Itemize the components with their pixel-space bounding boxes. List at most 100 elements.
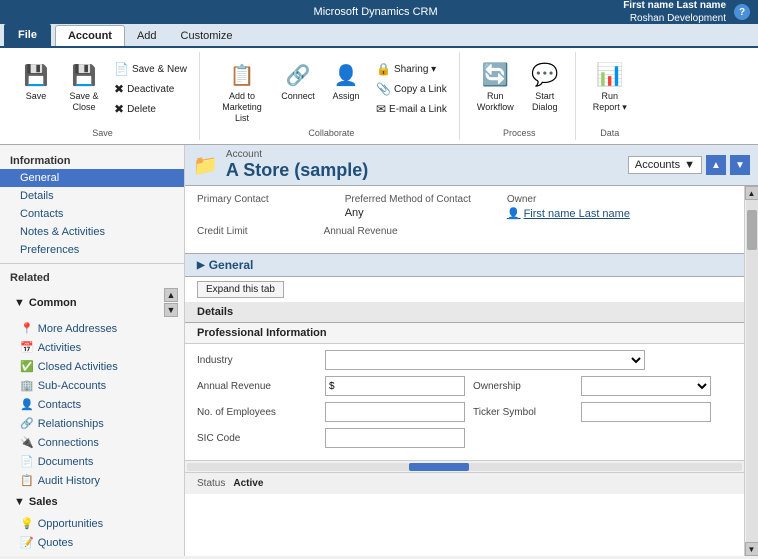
assign-button[interactable]: 👤 Assign xyxy=(324,56,368,105)
tab-add[interactable]: Add xyxy=(125,26,169,46)
primary-contact-label: Primary Contact xyxy=(197,194,269,205)
sidebar-item-audit-history[interactable]: 📋 Audit History xyxy=(0,471,184,490)
sidebar-item-connections[interactable]: 🔌 Connections xyxy=(0,433,184,452)
sidebar-item-general[interactable]: General xyxy=(0,169,184,187)
nav-down-button[interactable]: ▼ xyxy=(730,155,750,175)
run-report-button[interactable]: 📊 RunReport ▾ xyxy=(588,56,632,116)
quotes-icon: 📝 xyxy=(20,536,34,549)
start-dialog-button[interactable]: 💬 StartDialog xyxy=(523,56,567,116)
industry-select[interactable] xyxy=(325,350,645,370)
save-button[interactable]: 💾 Save xyxy=(14,56,58,105)
common-section-header[interactable]: ▼ Common xyxy=(6,293,85,313)
sidebar-item-sub-accounts[interactable]: 🏢 Sub-Accounts xyxy=(0,376,184,395)
ownership-select[interactable] xyxy=(581,376,711,396)
sidebar-item-closed-activities[interactable]: ✅ Closed Activities xyxy=(0,357,184,376)
collaborate-group-label: Collaborate xyxy=(308,126,354,138)
ownership-label: Ownership xyxy=(473,381,573,392)
accounts-dropdown-label: Accounts xyxy=(635,159,680,171)
sidebar-item-contacts[interactable]: Contacts xyxy=(0,205,184,223)
sidebar-item-contacts[interactable]: 👤 Contacts xyxy=(0,395,184,414)
deactivate-icon: ✖ xyxy=(114,82,124,96)
save-new-label: Save & New xyxy=(132,64,187,75)
data-buttons: 📊 RunReport ▾ xyxy=(588,54,632,126)
sales-section-header[interactable]: ▼ Sales xyxy=(6,492,66,512)
deactivate-button[interactable]: ✖ Deactivate xyxy=(110,80,191,98)
primary-info: Primary Contact Preferred Method of Cont… xyxy=(185,186,744,253)
sub-accounts-icon: 🏢 xyxy=(20,379,34,392)
pro-info-title: Professional Information xyxy=(185,323,744,344)
primary-row: Primary Contact Preferred Method of Cont… xyxy=(197,194,732,220)
delete-label: Delete xyxy=(127,104,156,115)
save-new-button[interactable]: 📄 Save & New xyxy=(110,60,191,78)
owner-label: Owner xyxy=(507,194,630,205)
sales-label: Sales xyxy=(29,496,58,508)
save-buttons: 💾 Save 💾 Save &Close 📄 Save & New ✖ Deac… xyxy=(14,54,191,126)
h-scrollbar[interactable] xyxy=(185,460,744,472)
annual-revenue-header-label: Annual Revenue xyxy=(324,226,398,237)
accounts-dropdown[interactable]: Accounts ▼ xyxy=(628,156,702,174)
opportunities-icon: 💡 xyxy=(20,517,34,530)
sidebar-item-quotes[interactable]: 📝 Quotes xyxy=(0,533,184,552)
deactivate-label: Deactivate xyxy=(127,84,174,95)
scroll-up-button[interactable]: ▲ xyxy=(745,186,758,200)
annual-revenue-header-field: Annual Revenue xyxy=(324,226,398,239)
common-scroll-up[interactable]: ▲ xyxy=(164,288,178,302)
tab-file[interactable]: File xyxy=(4,24,51,46)
copy-link-button[interactable]: 📎 Copy a Link xyxy=(372,80,451,98)
sidebar-item-activities[interactable]: 📅 Activities xyxy=(0,338,184,357)
industry-label: Industry xyxy=(197,355,317,366)
related-section-header: Related xyxy=(0,268,184,286)
accounts-dropdown-arrow: ▼ xyxy=(684,159,695,171)
secondary-row: Credit Limit Annual Revenue xyxy=(197,226,732,239)
sidebar-item-preferences[interactable]: Preferences xyxy=(0,241,184,259)
general-section-header[interactable]: ▶ General xyxy=(185,253,744,277)
tab-customize[interactable]: Customize xyxy=(169,26,245,46)
owner-link[interactable]: 👤 First name Last name xyxy=(507,207,630,220)
run-workflow-button[interactable]: 🔄 RunWorkflow xyxy=(472,56,519,116)
content-main: Primary Contact Preferred Method of Cont… xyxy=(185,186,744,556)
credit-limit-label: Credit Limit xyxy=(197,226,248,237)
save-close-button[interactable]: 💾 Save &Close xyxy=(62,56,106,116)
marketing-label: Add to MarketingList xyxy=(217,91,267,123)
sidebar-item-notes[interactable]: Notes & Activities xyxy=(0,223,184,241)
expand-tab-button[interactable]: Expand this tab xyxy=(197,281,284,298)
sidebar-item-relationships[interactable]: 🔗 Relationships xyxy=(0,414,184,433)
email-link-icon: ✉ xyxy=(376,102,386,116)
sidebar-item-opportunities[interactable]: 💡 Opportunities xyxy=(0,514,184,533)
common-scroll-down[interactable]: ▼ xyxy=(164,303,178,317)
save-close-icon: 💾 xyxy=(68,59,100,91)
sharing-button[interactable]: 🔒 Sharing ▾ xyxy=(372,60,451,78)
process-buttons: 🔄 RunWorkflow 💬 StartDialog xyxy=(472,54,567,126)
annual-revenue-input[interactable] xyxy=(325,376,465,396)
marketing-icon: 📋 xyxy=(226,59,258,91)
nav-up-button[interactable]: ▲ xyxy=(706,155,726,175)
ribbon-group-collaborate: 📋 Add to MarketingList 🔗 Connect 👤 Assig… xyxy=(204,52,460,140)
marketing-list-button[interactable]: 📋 Add to MarketingList xyxy=(212,56,272,126)
contacts-icon: 👤 xyxy=(20,398,34,411)
owner-field: Owner 👤 First name Last name xyxy=(507,194,630,220)
tab-account[interactable]: Account xyxy=(55,25,125,46)
save-close-label: Save &Close xyxy=(69,91,98,113)
user-name: First name Last name xyxy=(623,0,726,12)
connect-button[interactable]: 🔗 Connect xyxy=(276,56,320,105)
right-scrollbar[interactable]: ▲ ▼ xyxy=(744,186,758,556)
sidebar-item-documents[interactable]: 📄 Documents xyxy=(0,452,184,471)
email-link-button[interactable]: ✉ E-mail a Link xyxy=(372,100,451,118)
owner-person-icon: 👤 xyxy=(507,207,521,220)
delete-button[interactable]: ✖ Delete xyxy=(110,100,191,118)
content-inner: Primary Contact Preferred Method of Cont… xyxy=(185,186,758,556)
scroll-down-button[interactable]: ▼ xyxy=(745,542,758,556)
industry-row: Industry xyxy=(197,350,732,370)
sidebar-item-details[interactable]: Details xyxy=(0,187,184,205)
sidebar-item-more-addresses[interactable]: 📍 More Addresses xyxy=(0,319,184,338)
process-group-label: Process xyxy=(503,126,536,138)
employees-input[interactable] xyxy=(325,402,465,422)
credit-limit-field: Credit Limit xyxy=(197,226,248,239)
sidebar: Information General Details Contacts Not… xyxy=(0,145,185,556)
ticker-input[interactable] xyxy=(581,402,711,422)
help-icon[interactable]: ? xyxy=(734,4,750,20)
connect-label: Connect xyxy=(281,91,315,102)
ribbon: 💾 Save 💾 Save &Close 📄 Save & New ✖ Deac… xyxy=(0,48,758,145)
sic-input[interactable] xyxy=(325,428,465,448)
preferred-method-label: Preferred Method of Contact xyxy=(345,194,471,205)
